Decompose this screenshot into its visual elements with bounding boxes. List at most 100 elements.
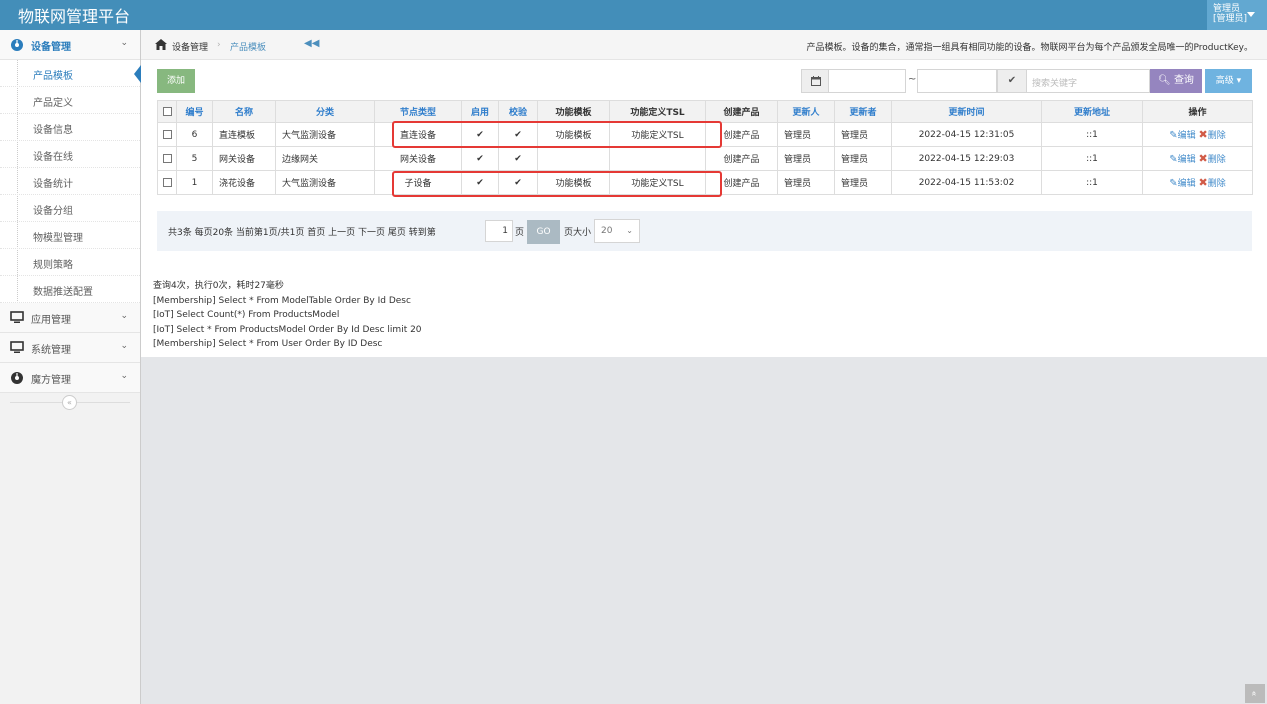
verified-check-icon: ✔: [498, 170, 538, 195]
sidebar-item-app-mgmt[interactable]: 应用管理 ⌄: [0, 303, 140, 333]
add-button[interactable]: 添加: [157, 69, 195, 93]
column-header[interactable]: 启用: [461, 100, 499, 123]
advanced-button[interactable]: 高级 ▾: [1205, 69, 1252, 93]
pagination-summary: 共3条 每页20条 当前第1页/共1页 首页 上一页 下一页 尾页 转到第: [168, 228, 436, 238]
sidebar-subitem-label: 数据推送配置: [33, 287, 93, 298]
query-button[interactable]: 🔍︎ 查询: [1150, 69, 1202, 93]
start-date-input[interactable]: [828, 69, 906, 93]
app-title[interactable]: 物联网管理平台: [18, 3, 130, 27]
search-input[interactable]: 搜索关键字: [1026, 69, 1150, 93]
sidebar-subitem-device-info[interactable]: 设备信息: [0, 114, 140, 141]
edit-link[interactable]: 编辑: [1178, 131, 1196, 141]
sidebar-subitem-device-group[interactable]: 设备分组: [0, 195, 140, 222]
column-header[interactable]: 名称: [212, 100, 276, 123]
row-checkbox[interactable]: [157, 146, 177, 171]
sidebar-item-device-mgmt[interactable]: 设备管理 ⌄: [0, 30, 140, 60]
sidebar-subitem-rules[interactable]: 规则策略: [0, 249, 140, 276]
column-header[interactable]: 更新人: [777, 100, 835, 123]
sidebar-item-sys-mgmt[interactable]: 系统管理 ⌄: [0, 333, 140, 363]
edit-link[interactable]: 编辑: [1178, 179, 1196, 189]
sidebar-item-label: 魔方管理: [31, 375, 71, 386]
sidebar-item-label: 设备管理: [31, 42, 71, 53]
function-template-link[interactable]: 功能模板: [537, 170, 610, 195]
go-button[interactable]: GO: [527, 220, 560, 244]
table-row: 1 浇花设备 大气监测设备 子设备 ✔ ✔ 功能模板 功能定义TSL 创建产品 …: [157, 170, 1253, 195]
cell-node-type: 网关设备: [374, 146, 462, 171]
sidebar-subitem-label: 设备分组: [33, 206, 73, 217]
desktop-icon: [10, 341, 24, 353]
cell-name: 浇花设备: [212, 170, 276, 195]
tsl-link[interactable]: 功能定义TSL: [609, 122, 706, 147]
sidebar-subitem-device-online[interactable]: 设备在线: [0, 141, 140, 168]
column-header[interactable]: 编号: [176, 100, 213, 123]
page-number-input[interactable]: 1: [485, 220, 513, 242]
search-icon: 🔍︎: [1158, 75, 1171, 86]
delete-icon[interactable]: ✖: [1199, 176, 1208, 189]
cell-updater2: 管理员: [834, 122, 892, 147]
edit-icon[interactable]: ✎: [1169, 130, 1177, 141]
log-line: [IoT] Select * From ProductsModel Order …: [153, 324, 422, 335]
create-product-link[interactable]: 创建产品: [705, 122, 778, 147]
column-header[interactable]: 更新者: [834, 100, 892, 123]
table-row: 6 直连模板 大气监测设备 直连设备 ✔ ✔ 功能模板 功能定义TSL 创建产品…: [157, 122, 1253, 147]
user-name: 管理员: [1213, 4, 1241, 14]
tsl-link[interactable]: 功能定义TSL: [609, 170, 706, 195]
home-icon[interactable]: [155, 39, 167, 50]
main-content: 设备管理 › 产品模板 ◀◀ 产品模板。设备的集合，通常指一组具有相同功能的设备…: [141, 30, 1267, 357]
cell-update-time: 2022-04-15 12:29:03: [891, 146, 1042, 171]
edit-icon[interactable]: ✎: [1169, 154, 1177, 165]
sidebar-subitem-data-push[interactable]: 数据推送配置: [0, 276, 140, 303]
sidebar-subitem-label: 设备统计: [33, 179, 73, 190]
delete-icon[interactable]: ✖: [1199, 128, 1208, 141]
log-line: [Membership] Select * From ModelTable Or…: [153, 295, 411, 306]
sidebar-item-cube-mgmt[interactable]: 魔方管理 ⌄: [0, 363, 140, 393]
column-header[interactable]: 节点类型: [374, 100, 462, 123]
column-header[interactable]: 分类: [275, 100, 375, 123]
back-icon[interactable]: ◀◀: [304, 38, 319, 49]
end-date-input[interactable]: [917, 69, 997, 93]
select-all-checkbox[interactable]: [157, 100, 177, 123]
enabled-check-icon: ✔: [461, 170, 499, 195]
column-header[interactable]: 校验: [498, 100, 538, 123]
column-header[interactable]: 更新时间: [891, 100, 1042, 123]
function-template-link[interactable]: [537, 146, 610, 171]
sidebar-subitem-device-stats[interactable]: 设备统计: [0, 168, 140, 195]
cell-category: 大气监测设备: [275, 122, 375, 147]
delete-link[interactable]: 删除: [1208, 131, 1226, 141]
create-product-link[interactable]: 创建产品: [705, 170, 778, 195]
row-checkbox[interactable]: [157, 122, 177, 147]
cell-updater: 管理员: [777, 122, 835, 147]
user-menu[interactable]: 管理员 [管理员]: [1207, 0, 1267, 30]
calendar-icon[interactable]: [801, 69, 829, 93]
pagination-bar: 共3条 每页20条 当前第1页/共1页 首页 上一页 下一页 尾页 转到第 1 …: [157, 211, 1252, 251]
delete-icon[interactable]: ✖: [1199, 152, 1208, 165]
sidebar-collapse-button[interactable]: «: [62, 395, 77, 410]
delete-link[interactable]: 删除: [1208, 179, 1226, 189]
breadcrumb-link-device-mgmt[interactable]: 设备管理: [172, 40, 208, 53]
breadcrumb-separator: ›: [217, 40, 221, 50]
column-header: 操作: [1142, 100, 1253, 123]
tsl-link[interactable]: [609, 146, 706, 171]
log-line: 查询4次，执行0次，耗时27毫秒: [153, 281, 284, 291]
sidebar-subitem-product-definition[interactable]: 产品定义: [0, 87, 140, 114]
cell-id: 5: [176, 146, 213, 171]
verified-check-icon: ✔: [498, 146, 538, 171]
scroll-to-top-button[interactable]: »: [1245, 684, 1265, 703]
breadcrumb-current[interactable]: 产品模板: [230, 40, 266, 53]
check-icon[interactable]: ✔: [997, 69, 1027, 93]
row-checkbox[interactable]: [157, 170, 177, 195]
page-size-label: 页大小: [564, 228, 592, 238]
edit-link[interactable]: 编辑: [1178, 155, 1196, 165]
product-template-table: 编号 名称 分类 节点类型 启用 校验 功能模板 功能定义TSL 创建产品 更新…: [157, 100, 1253, 195]
edit-icon[interactable]: ✎: [1169, 178, 1177, 189]
dashboard-icon: [11, 39, 23, 51]
function-template-link[interactable]: 功能模板: [537, 122, 610, 147]
page-size-select[interactable]: 20 ⌄: [594, 219, 640, 243]
create-product-link[interactable]: 创建产品: [705, 146, 778, 171]
delete-link[interactable]: 删除: [1208, 155, 1226, 165]
table-row: 5 网关设备 边缘网关 网关设备 ✔ ✔ 创建产品 管理员 管理员 2022-0…: [157, 146, 1253, 171]
sidebar-subitem-product-template[interactable]: 产品模板: [0, 60, 141, 87]
cell-update-addr: ::1: [1041, 122, 1143, 147]
sidebar-subitem-thing-model[interactable]: 物模型管理: [0, 222, 140, 249]
column-header[interactable]: 更新地址: [1041, 100, 1143, 123]
